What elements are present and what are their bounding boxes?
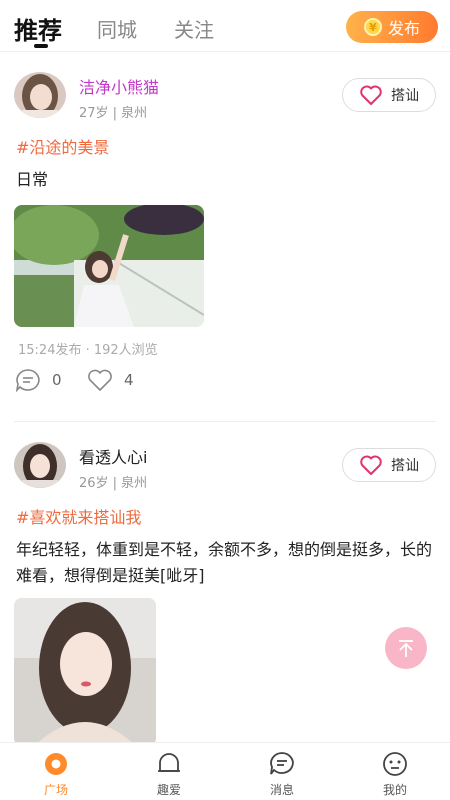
publish-label: 发布	[387, 19, 420, 38]
square-icon	[45, 753, 67, 775]
nav-label: 广场	[43, 783, 68, 797]
user-meta: 26岁 | 泉州	[79, 476, 148, 491]
bottom-nav: 广场 趣爱 消息 我的	[0, 742, 450, 800]
nav-square[interactable]: 广场	[26, 751, 86, 798]
back-to-top-button[interactable]	[385, 627, 427, 669]
tab-indicator	[34, 44, 48, 48]
nav-messages[interactable]: 消息	[252, 751, 312, 798]
post-time: 15:24发布 · 192人浏览	[18, 343, 158, 358]
tab-recommend[interactable]: 推荐	[14, 11, 62, 46]
top-bar: 推荐 同城 关注 ¥ 发布	[0, 0, 450, 52]
like-icon	[88, 369, 112, 391]
chat-button[interactable]: 搭讪	[342, 448, 436, 482]
topic-tag[interactable]: #喜欢就来搭讪我	[16, 504, 141, 528]
post-content: 日常	[16, 170, 49, 189]
interests-icon	[158, 753, 180, 772]
avatar[interactable]	[14, 72, 66, 118]
post-image[interactable]	[14, 205, 204, 327]
heart-icon	[360, 455, 382, 475]
post-image[interactable]	[14, 598, 156, 746]
tab-following[interactable]: 关注	[174, 14, 214, 43]
avatar[interactable]	[14, 442, 66, 488]
heart-icon	[360, 85, 382, 105]
chat-label: 搭讪	[391, 88, 419, 104]
tab-nearby[interactable]: 同城	[97, 14, 137, 43]
topic-tag[interactable]: #沿途的美景	[16, 134, 109, 158]
user-meta: 27岁 | 泉州	[79, 106, 148, 121]
post-content: 年纪轻轻，体重到是不轻，余额不多，想的倒是挺多，长的难看，想得倒是挺美[呲牙]	[16, 540, 433, 585]
comment-stat[interactable]: 0	[14, 368, 62, 392]
comment-icon	[15, 369, 40, 392]
divider	[14, 421, 436, 422]
comment-count: 0	[52, 371, 62, 389]
publish-button[interactable]: ¥ 发布	[346, 11, 438, 43]
like-stat[interactable]: 4	[86, 368, 134, 392]
chat-label: 搭讪	[391, 458, 419, 474]
nav-me[interactable]: 我的	[365, 751, 425, 798]
profile-icon	[383, 752, 407, 776]
like-count: 4	[124, 371, 134, 389]
nav-label: 消息	[269, 783, 294, 797]
nav-label: 趣爱	[156, 783, 181, 797]
arrow-up-icon	[399, 640, 413, 657]
username[interactable]: 看透人心i	[79, 444, 147, 468]
nav-interests[interactable]: 趣爱	[139, 751, 199, 798]
nav-label: 我的	[382, 783, 407, 797]
coin-icon: ¥	[363, 18, 382, 36]
username[interactable]: 洁净小熊猫	[79, 74, 159, 98]
message-icon	[270, 752, 294, 775]
chat-button[interactable]: 搭讪	[342, 78, 436, 112]
